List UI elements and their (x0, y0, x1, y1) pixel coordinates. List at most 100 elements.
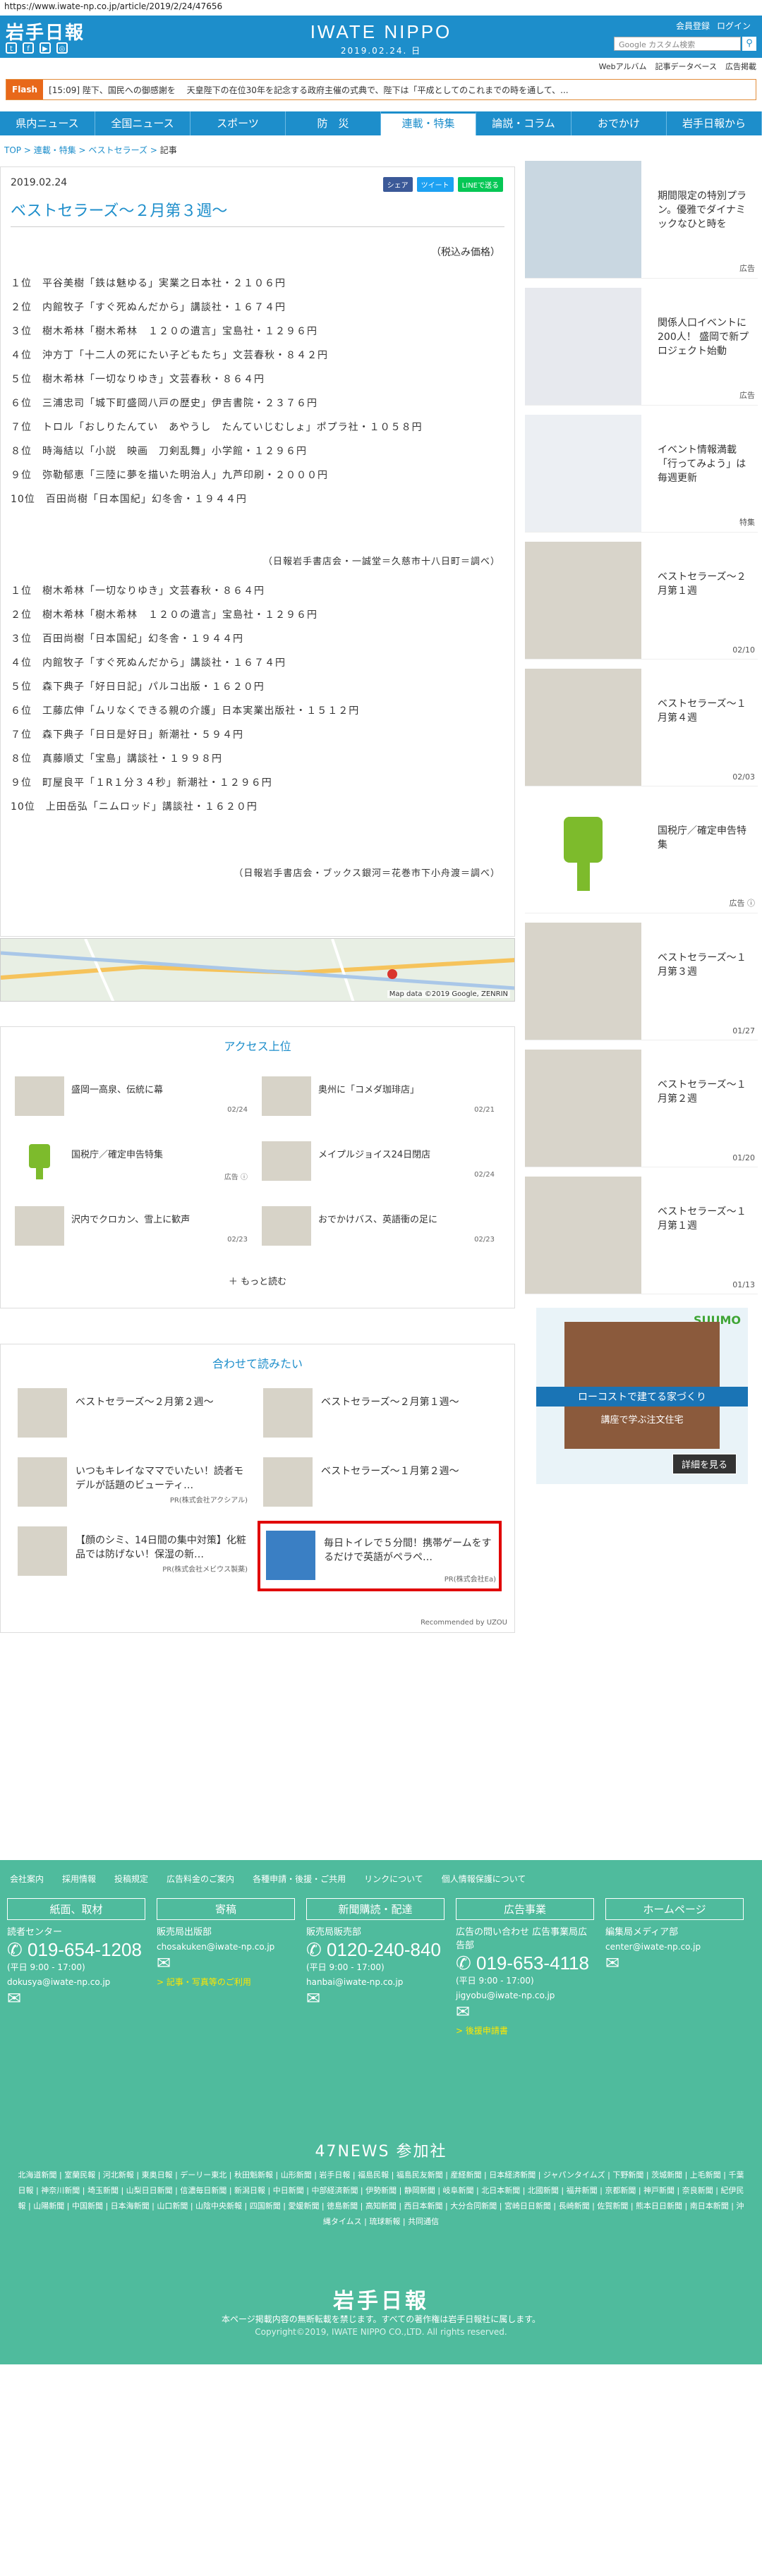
brand-name[interactable]: IWATE NIPPO (296, 21, 466, 43)
contact-email[interactable]: jigyobu@iwate-np.co.jp (456, 1991, 594, 2000)
sidebar-item[interactable]: イベント情報満載「行ってみよう」は毎週更新 特集 (525, 415, 758, 533)
thumbnail (18, 1457, 67, 1507)
sidebar-item-title: 期間限定の特別プラン。優雅でダイナミックなひと時を (658, 190, 746, 230)
facebook-icon[interactable]: f (23, 42, 34, 54)
subnav-ads[interactable]: 広告掲載 (725, 61, 756, 72)
mail-icon[interactable]: ✉ (456, 2002, 594, 2022)
contact-phone[interactable]: ✆ 0120-240-840 (306, 1939, 445, 1961)
nav-features[interactable]: 連載・特集 (381, 111, 476, 135)
phone-icon: ✆ (306, 1939, 327, 1960)
youtube-icon[interactable]: ▶ (40, 42, 51, 54)
tweet-button[interactable]: ツイート (416, 177, 454, 192)
list-item[interactable]: ベストセラーズ～１月第２週～ (263, 1457, 496, 1511)
mail-icon[interactable]: ✉ (157, 1953, 295, 1973)
list-item[interactable]: メイプルジョイス24日閉店 02/24 (262, 1141, 495, 1184)
share-buttons: シェア ツイート LINEで送る (382, 177, 503, 192)
sidebar-item-meta: 02/10 (732, 645, 755, 655)
subnav-album[interactable]: Webアルバム (599, 61, 647, 72)
placeholder-logo-icon (525, 923, 641, 1040)
source-note-2: （日報岩手書店会・ブックス銀河＝花巻市下小舟渡＝調べ） (234, 868, 500, 879)
sidebar-item[interactable]: ベストセラーズ～２月第１週 02/10 (525, 542, 758, 660)
footer-link[interactable]: 個人情報保護について (442, 1873, 526, 1885)
list-item[interactable]: おでかけバス、英語衝の足に 02/23 (262, 1206, 495, 1248)
mail-icon[interactable]: ✉ (306, 1988, 445, 2008)
nav-disaster[interactable]: 防 災 (286, 111, 381, 135)
site-logo[interactable]: 岩手日報 (6, 18, 85, 44)
sidebar-item[interactable]: ベストセラーズ～１月第３週 01/27 (525, 923, 758, 1040)
footer-logo[interactable]: 岩手日報 (0, 2283, 762, 2314)
footer-link[interactable]: 投稿規定 (114, 1873, 148, 1885)
sponsor-link[interactable]: > 後援申請書 (456, 2024, 594, 2036)
ranking-row: ３位 百田尚樹「日本国紀」幻冬舎・１９４４円 (11, 633, 243, 645)
nav-from-iwate[interactable]: 岩手日報から (667, 111, 762, 135)
line-share-button[interactable]: LINEで送る (457, 177, 503, 192)
footer-link[interactable]: 各種申請・後援・ご共用 (253, 1873, 346, 1885)
usage-link[interactable]: > 記事・写真等のご利用 (157, 1976, 295, 1988)
list-item[interactable]: いつもキレイなママでいたい！読者モデルが話題のビューティ… PR(株式会社アクシ… (18, 1457, 250, 1511)
article-date: 2019.02.24 (11, 177, 68, 188)
contact-email[interactable]: chosakuken@iwate-np.co.jp (157, 1942, 295, 1952)
sidebar-item-meta: 広告 (739, 391, 755, 400)
nav-editorial[interactable]: 論説・コラム (476, 111, 572, 135)
breadcrumb-features[interactable]: 連載・特集 (34, 145, 76, 155)
contact-email[interactable]: hanbai@iwate-np.co.jp (306, 1977, 445, 1987)
list-item[interactable]: 沢内でクロカン、雪上に歓声 02/23 (15, 1206, 248, 1248)
flash-news-bar[interactable]: Flash [15:09] 陛下、国民への御感謝を 天皇陛下の在位30年を記念す… (6, 79, 756, 100)
list-item[interactable]: ベストセラーズ～２月第１週～ (263, 1388, 496, 1442)
item-title: 毎日トイレで５分間！携帯ゲームをするだけで英語がペラペ… (324, 1538, 492, 1563)
sidebar-item[interactable]: 関係人口イベントに200人！ 盛岡で新プロジェクト始動 広告 (525, 288, 758, 406)
contact-phone[interactable]: ✆ 019-654-1208 (7, 1939, 145, 1961)
twitter-icon[interactable]: t (6, 42, 17, 54)
nav-sports[interactable]: スポーツ (190, 111, 286, 135)
ad-subheadline: 講座で学ぶ注文住宅 (600, 1415, 684, 1426)
breadcrumb-top[interactable]: TOP (4, 145, 21, 155)
list-item[interactable]: 【顔のシミ、14日間の集中対策】化粧品では防げない！保湿の新… PR(株式会社メ… (18, 1526, 250, 1580)
map-embed[interactable]: Map data ©2019 Google, ZENRIN (0, 938, 515, 1002)
nav-outing[interactable]: おでかけ (572, 111, 667, 135)
sidebar-item[interactable]: ベストセラーズ～１月第１週 01/13 (525, 1177, 758, 1294)
footer-link[interactable]: 会社案内 (10, 1873, 44, 1885)
list-item[interactable]: ベストセラーズ～２月第２週～ (18, 1388, 250, 1442)
account-links: 会員登録 ログイン (676, 20, 751, 32)
item-title: いつもキレイなママでいたい！読者モデルが話題のビューティ… (75, 1466, 243, 1491)
instagram-icon[interactable]: ◎ (56, 42, 68, 54)
highlighted-ad-item[interactable]: 毎日トイレで５分間！携帯ゲームをするだけで英語がペラペ… PR(株式会社Ea) (258, 1521, 502, 1591)
placeholder-logo-icon (525, 1050, 641, 1167)
mail-icon[interactable]: ✉ (7, 1988, 145, 2008)
breadcrumb-bestsellers[interactable]: ベストセラーズ (88, 145, 147, 155)
search-input[interactable]: Google カスタム検索 (614, 37, 741, 51)
news47-member-list[interactable]: 北海道新聞 | 室蘭民報 | 河北新報 | 東奥日報 | デーリー東北 | 秋田… (17, 2168, 745, 2230)
login-link[interactable]: ログイン (717, 20, 751, 32)
register-link[interactable]: 会員登録 (676, 20, 710, 32)
ad-details-button[interactable]: 詳細を見る (672, 1454, 737, 1474)
facebook-share-button[interactable]: シェア (382, 177, 413, 192)
sidebar-banner-ad[interactable]: SUUMO ローコストで建てる家づくり 講座で学ぶ注文住宅 詳細を見る (536, 1308, 748, 1484)
ranking-row: 10位 百田尚樹「日本国紀」幻冬舎・１９４４円 (11, 494, 247, 505)
search-icon[interactable]: ⚲ (742, 37, 756, 51)
sidebar-item[interactable]: ベストセラーズ～１月第４週 02/03 (525, 669, 758, 786)
list-item[interactable]: 盛岡一高泉、伝統に幕 02/24 (15, 1076, 248, 1119)
url-bar[interactable]: https://www.iwate-np.co.jp/article/2019/… (0, 0, 762, 16)
nav-national[interactable]: 全国ニュース (95, 111, 190, 135)
sidebar-item[interactable]: ベストセラーズ～１月第２週 01/20 (525, 1050, 758, 1167)
sidebar-item[interactable]: 国税庁／確定申告特集 広告 ⓘ (525, 796, 758, 913)
footer-link[interactable]: 広告料金のご案内 (167, 1873, 234, 1885)
plus-icon: ＋ (228, 1277, 238, 1287)
footer-link[interactable]: 採用情報 (62, 1873, 96, 1885)
recommended-by[interactable]: Recommended by UZOU (421, 1619, 507, 1627)
contact-email[interactable]: dokusya@iwate-np.co.jp (7, 1977, 145, 1987)
list-item[interactable]: 奥州に「コメダ珈琲店」 02/21 (262, 1076, 495, 1119)
mail-icon[interactable]: ✉ (605, 1953, 744, 1973)
footer-link[interactable]: リンクについて (364, 1873, 423, 1885)
flash-text[interactable]: [15:09] 陛下、国民への御感謝を 天皇陛下の在位30年を記念する政府主催の… (43, 84, 569, 96)
contact-head: 寄稿 (157, 1898, 295, 1920)
more-button[interactable]: ＋ もっと読む (1, 1274, 514, 1287)
sidebar-item-title: ベストセラーズ～１月第３週 (658, 952, 746, 978)
subnav-database[interactable]: 記事データベース (655, 61, 717, 72)
contact-email[interactable]: center@iwate-np.co.jp (605, 1942, 744, 1952)
list-item[interactable]: 国税庁／確定申告特集 広告 ⓘ (15, 1141, 248, 1184)
nav-prefecture[interactable]: 県内ニュース (0, 111, 95, 135)
sidebar-item[interactable]: 期間限定の特別プラン。優雅でダイナミックなひと時を 広告 (525, 161, 758, 279)
contact-phone[interactable]: ✆ 019-653-4118 (456, 1952, 594, 1974)
ranking-list-2: １位 樹木希林「一切なりゆき」文芸春秋・８６４円 ２位 樹木希林「樹木希林 １２… (11, 579, 359, 819)
